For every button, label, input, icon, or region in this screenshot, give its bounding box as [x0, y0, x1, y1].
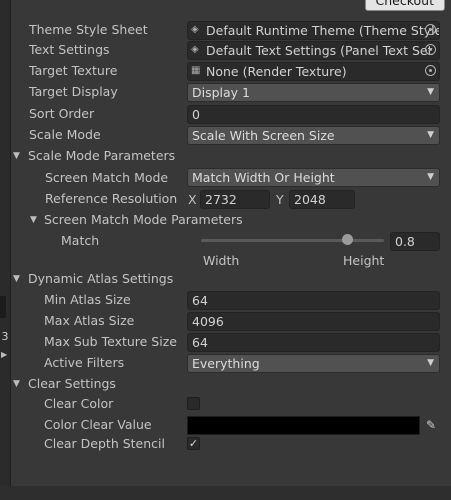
clear-color-label: Clear Color	[44, 396, 114, 411]
screen-match-mode-dropdown[interactable]: Match Width Or Height ▼	[187, 168, 440, 187]
object-picker-icon[interactable]	[425, 24, 436, 35]
reference-resolution-label: Reference Resolution	[45, 191, 178, 206]
match-slider-track[interactable]	[201, 239, 384, 242]
theme-icon: ◈	[191, 24, 199, 35]
sort-order-input[interactable]: 0	[187, 105, 440, 124]
max-sub-texture-size-input[interactable]: 64	[187, 333, 440, 352]
object-picker-icon[interactable]	[425, 44, 436, 55]
screen-match-mode-label: Screen Match Mode	[45, 170, 169, 185]
panel-edge-arrow-icon[interactable]: ▶	[1, 350, 7, 359]
bottom-panel-edge	[0, 486, 451, 500]
target-texture-field[interactable]: ▦ None (Render Texture)	[187, 62, 440, 81]
chevron-down-icon: ▼	[427, 172, 434, 182]
clear-settings-header[interactable]: Clear Settings	[28, 374, 116, 394]
target-display-value: Display 1	[192, 85, 251, 100]
dynamic-atlas-settings-header[interactable]: Dynamic Atlas Settings	[28, 269, 173, 289]
max-atlas-size-input[interactable]: 4096	[187, 312, 440, 331]
panel-edge-number: 3	[1, 330, 9, 343]
target-texture-value: None (Render Texture)	[206, 64, 347, 79]
panel-edge-marker	[0, 296, 6, 318]
chevron-down-icon: ▼	[427, 130, 434, 140]
min-atlas-size-input[interactable]: 64	[187, 291, 440, 310]
resolution-x-input[interactable]: 2732	[200, 190, 270, 209]
min-atlas-size-label: Min Atlas Size	[44, 292, 131, 307]
left-panel-edge: 3 ▶	[0, 0, 11, 500]
color-clear-value-label: Color Clear Value	[44, 417, 152, 432]
text-settings-icon: ◈	[191, 44, 199, 55]
max-sub-texture-size-label: Max Sub Texture Size	[44, 334, 177, 349]
scale-mode-value: Scale With Screen Size	[192, 128, 335, 143]
resolution-x-label: X	[188, 192, 197, 207]
screen-match-mode-parameters-foldout-icon[interactable]: ▼	[30, 210, 40, 230]
object-picker-icon[interactable]	[425, 65, 436, 76]
clear-depth-stencil-checkbox[interactable]: ✓	[187, 437, 200, 450]
clear-color-checkbox[interactable]	[187, 397, 200, 410]
text-settings-value: Default Text Settings (Panel Text Set	[206, 43, 433, 58]
scale-mode-label: Scale Mode	[29, 127, 101, 142]
theme-style-sheet-value: Default Runtime Theme (Theme Style	[206, 23, 440, 38]
target-texture-label: Target Texture	[29, 63, 118, 78]
active-filters-dropdown[interactable]: Everything ▼	[187, 354, 440, 373]
target-display-label: Target Display	[29, 84, 118, 99]
match-value-input[interactable]: 0.8	[390, 232, 440, 251]
match-slider-handle[interactable]	[341, 234, 353, 245]
chevron-down-icon: ▼	[427, 358, 434, 368]
scale-mode-parameters-header[interactable]: Scale Mode Parameters	[28, 146, 175, 166]
scale-mode-parameters-foldout-icon[interactable]: ▼	[13, 146, 23, 166]
text-settings-label: Text Settings	[29, 42, 110, 57]
chevron-down-icon: ▼	[427, 87, 434, 97]
match-label: Match	[61, 233, 100, 248]
checkout-button[interactable]: Checkout	[364, 0, 445, 11]
active-filters-label: Active Filters	[44, 355, 125, 370]
text-settings-field[interactable]: ◈ Default Text Settings (Panel Text Set	[187, 41, 440, 60]
active-filters-value: Everything	[192, 356, 260, 371]
resolution-y-input[interactable]: 2048	[289, 190, 355, 209]
clear-settings-foldout-icon[interactable]: ▼	[13, 374, 23, 394]
dynamic-atlas-settings-foldout-icon[interactable]: ▼	[13, 269, 23, 289]
match-width-label: Width	[203, 253, 240, 268]
scale-mode-dropdown[interactable]: Scale With Screen Size ▼	[187, 126, 440, 145]
render-texture-icon: ▦	[191, 65, 201, 76]
resolution-y-label: Y	[276, 192, 284, 207]
eyedropper-icon[interactable]: ✎	[422, 416, 440, 435]
max-atlas-size-label: Max Atlas Size	[44, 313, 135, 328]
sort-order-label: Sort Order	[29, 106, 95, 121]
theme-style-sheet-label: Theme Style Sheet	[29, 22, 148, 37]
color-clear-value-swatch[interactable]	[187, 416, 420, 435]
theme-style-sheet-field[interactable]: ◈ Default Runtime Theme (Theme Style	[187, 21, 440, 40]
screen-match-mode-parameters-header[interactable]: Screen Match Mode Parameters	[44, 210, 243, 230]
screen-match-mode-value: Match Width Or Height	[192, 170, 335, 185]
target-display-dropdown[interactable]: Display 1 ▼	[187, 83, 440, 102]
clear-depth-stencil-label: Clear Depth Stencil	[44, 436, 165, 451]
match-height-label: Height	[343, 253, 385, 268]
